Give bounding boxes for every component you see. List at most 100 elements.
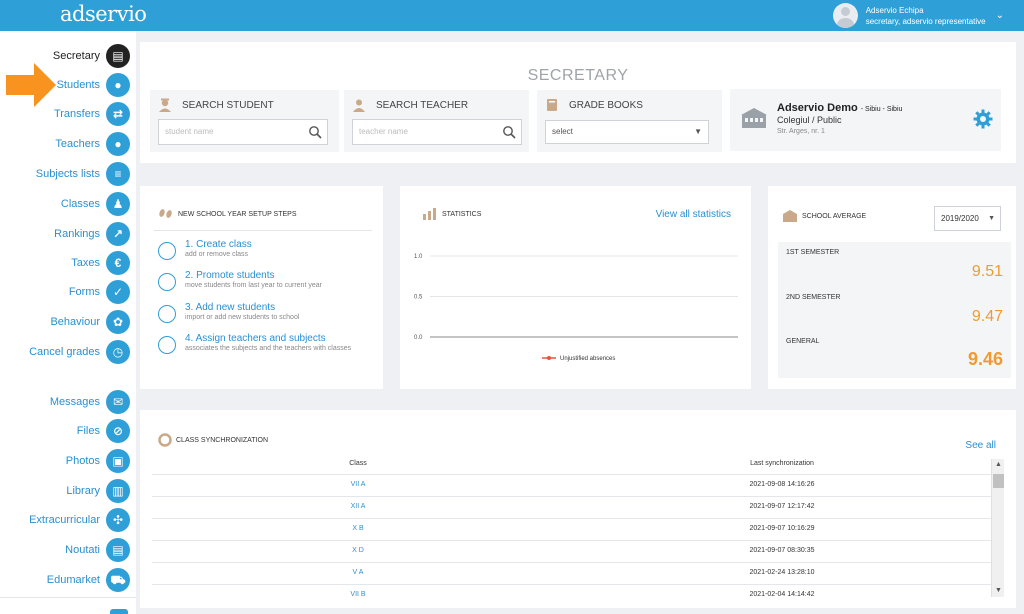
y-tick-label: 0.5 <box>414 295 423 301</box>
sidebar-item-extracurricular[interactable]: Extracurricular ✣ <box>0 506 136 534</box>
sidebar-item-rankings[interactable]: Rankings ↗ <box>0 220 136 248</box>
sidebar-item-behaviour[interactable]: Behaviour ✿ <box>0 308 136 336</box>
school-name: Adservio Demo - Sibiu - Sibiu <box>777 102 903 114</box>
sidebar-item-classes[interactable]: Classes ♟ <box>0 190 136 218</box>
sync-table: Class Last synchronization VII A 2021-09-… <box>152 459 991 597</box>
chevron-down-icon[interactable]: ⌄ <box>996 10 1004 21</box>
gear-icon[interactable] <box>973 109 993 129</box>
sidebar-item-edumarket[interactable]: Edumarket ⛟ <box>0 566 136 594</box>
view-all-statistics-link[interactable]: View all statistics <box>656 209 731 220</box>
scroll-up-icon[interactable]: ▲ <box>992 459 1005 471</box>
class-link[interactable]: X B <box>312 525 404 532</box>
top-bar: adservio Adservio Echipa secretary, adse… <box>0 0 1024 31</box>
search-student-box: SEARCH STUDENT student name <box>150 90 339 152</box>
sidebar-item-label: Teachers <box>55 138 100 150</box>
y-tick-label: 1.0 <box>414 254 423 260</box>
step-circle-icon[interactable] <box>158 242 176 260</box>
search-icon[interactable] <box>308 125 322 139</box>
column-header-class: Class <box>349 460 367 467</box>
sidebar-item-messages[interactable]: Messages ✉ <box>0 388 136 416</box>
see-all-link[interactable]: See all <box>965 440 996 451</box>
envelope-icon: ✉ <box>106 390 130 414</box>
step-description: move students from last year to current … <box>185 282 322 289</box>
average-value: 9.47 <box>971 308 1003 325</box>
statistics-card: STATISTICS View all statistics 1.0 0.5 0.0… <box>400 186 751 389</box>
sidebar-item-label: Behaviour <box>50 316 100 328</box>
step-circle-icon[interactable] <box>158 305 176 323</box>
book-icon <box>547 99 557 111</box>
avatar[interactable] <box>832 3 858 28</box>
search-student-input[interactable]: student name <box>158 119 328 145</box>
average-label: 2ND SEMESTER <box>786 294 841 301</box>
transfer-icon: ⇄ <box>106 102 130 126</box>
footsteps-icon <box>159 209 172 218</box>
search-teacher-input[interactable]: teacher name <box>352 119 522 145</box>
step-title[interactable]: 1. Create class <box>185 239 252 250</box>
grade-books-box: GRADE BOOKS select ▼ <box>537 90 722 152</box>
class-link[interactable]: VII A <box>312 481 404 488</box>
sidebar-item-files[interactable]: Files ⊘ <box>0 417 136 445</box>
class-link[interactable]: XII A <box>312 503 404 510</box>
legend-marker-icon <box>547 356 551 360</box>
school-icon <box>783 210 797 222</box>
last-sync-time: 2021-09-07 10:16:29 <box>749 525 815 532</box>
user-role: secretary, adservio representative <box>865 16 986 26</box>
caret-down-icon: ▼ <box>988 215 995 222</box>
sidebar-item-label: Extracurricular <box>29 514 100 526</box>
sidebar-item-noutati[interactable]: Noutati ▤ <box>0 536 136 564</box>
year-select[interactable]: 2019/2020 ▼ <box>934 206 1001 231</box>
step-title[interactable]: 3. Add new students <box>185 302 275 313</box>
app-logo[interactable]: adservio <box>60 2 147 26</box>
sidebar-item-taxes[interactable]: Taxes € <box>0 249 136 277</box>
sidebar-item-label: Rankings <box>54 228 100 240</box>
step-circle-icon[interactable] <box>158 336 176 354</box>
user-menu[interactable]: Adservio Echipa secretary, adservio repr… <box>832 2 1004 29</box>
sidebar-item-subjects-lists[interactable]: Subjects lists ≡ <box>0 160 136 188</box>
sidebar-item-label: Noutati <box>65 544 100 556</box>
sidebar-more-icon[interactable] <box>110 609 128 614</box>
sidebar-item-library[interactable]: Library ▥ <box>0 477 136 505</box>
sidebar-item-label: Subjects lists <box>35 168 100 180</box>
sidebar-item-photos[interactable]: Photos ▣ <box>0 447 136 475</box>
search-icon[interactable] <box>502 125 516 139</box>
sidebar-item-teachers[interactable]: Teachers ● <box>0 130 136 158</box>
school-address: Str. Arges, nr. 1 <box>777 128 825 135</box>
euro-icon: € <box>106 251 130 275</box>
table-row: X D 2021-09-07 08:30:35 <box>152 540 991 562</box>
step-title[interactable]: 2. Promote students <box>185 270 275 281</box>
table-row: VII B 2021-02-04 14:14:42 <box>152 584 991 597</box>
divider <box>0 597 136 598</box>
list-icon: ≡ <box>106 162 130 186</box>
sidebar-item-label: Students <box>56 79 100 91</box>
scroll-down-icon[interactable]: ▼ <box>992 585 1005 597</box>
school-building-icon <box>741 108 767 128</box>
sidebar-item-label: Edumarket <box>46 574 100 586</box>
step-title[interactable]: 4. Assign teachers and subjects <box>185 333 326 344</box>
paperclip-icon: ⊘ <box>106 419 130 443</box>
sync-ring-icon <box>158 433 172 447</box>
average-row: 2ND SEMESTER 9.47 <box>778 287 1011 334</box>
sidebar-item-cancel-grades[interactable]: Cancel grades ◷ <box>0 338 136 366</box>
class-link[interactable]: V A <box>312 569 404 576</box>
step-description: add or remove class <box>185 251 249 258</box>
caret-down-icon: ▼ <box>694 127 702 136</box>
bar-chart-icon <box>423 208 436 220</box>
sidebar-item-forms[interactable]: Forms ✓ <box>0 278 136 306</box>
step-circle-icon[interactable] <box>158 273 176 291</box>
grade-books-select[interactable]: select ▼ <box>545 120 709 144</box>
last-sync-time: 2021-02-04 14:14:42 <box>749 591 815 597</box>
statistics-chart: 1.0 0.5 0.0 Unjustified absences <box>414 254 738 362</box>
news-icon: ▤ <box>106 538 130 562</box>
average-row: GENERAL 9.46 <box>778 331 1011 378</box>
class-link[interactable]: VII B <box>312 591 404 597</box>
scroll-thumb[interactable] <box>993 474 1004 488</box>
average-value: 9.51 <box>971 263 1003 280</box>
legend-item[interactable]: Unjustified absences <box>542 356 615 362</box>
divider <box>154 230 372 231</box>
class-link[interactable]: X D <box>312 547 404 554</box>
scrollbar[interactable]: ▲ ▼ <box>991 459 1004 597</box>
average-label: 1ST SEMESTER <box>786 249 840 256</box>
last-sync-time: 2021-09-07 12:17:42 <box>749 503 815 510</box>
table-row: VII A 2021-09-08 14:16:26 <box>152 474 991 496</box>
statistics-title: STATISTICS <box>442 210 482 218</box>
